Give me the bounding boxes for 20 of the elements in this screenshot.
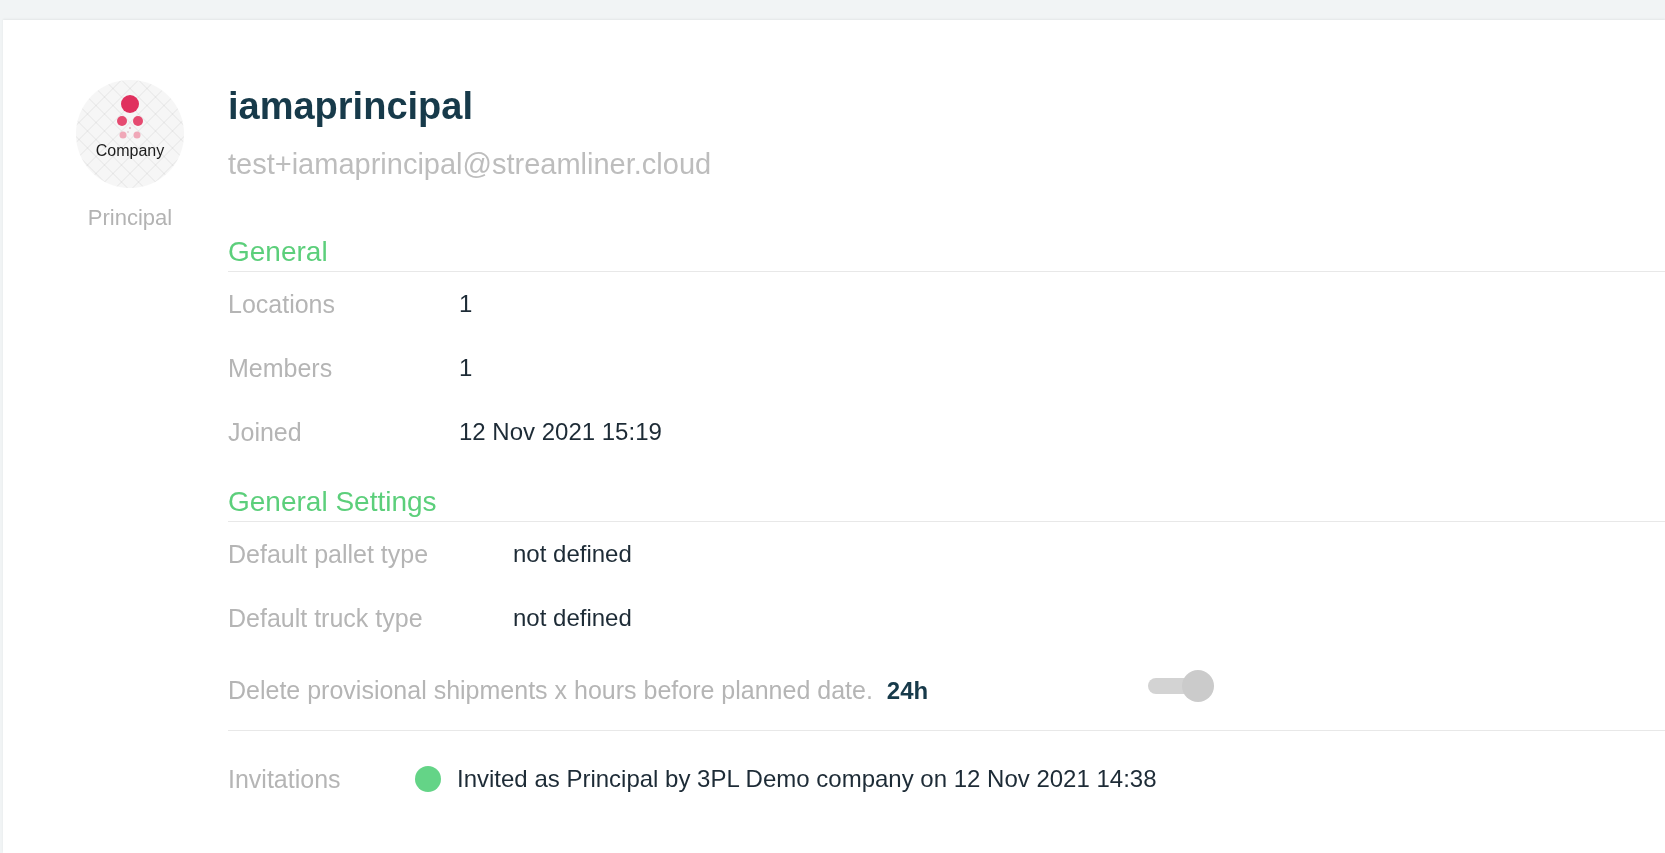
field-value: 12 Nov 2021 15:19 [459,418,663,446]
invitation-text: Invited as Principal by 3PL Demo company on 12 Nov 2021 14:38 [457,764,1157,794]
company-role: Principal [87,204,173,232]
company-name: iamaprincipal [228,84,474,128]
field-value: 1 [459,290,474,318]
section-title: General [228,234,1665,272]
field-label: Members [228,353,334,383]
setting-label: Delete provisional shipments x hours before planned date. [228,675,873,705]
field-value: not defined [513,540,633,568]
field-label: Locations [228,289,337,319]
field-value: 1 [459,354,474,382]
logo-text: Company [95,142,165,160]
field-label: Joined [228,417,303,447]
company-email: test+iamaprincipal@streamliner.cloud [228,147,713,182]
field-label: Default truck type [228,603,424,633]
setting-value: 24h [886,676,929,705]
section-title: General Settings [228,484,1665,522]
field-value: not defined [513,604,633,632]
field-label: Default pallet type [228,539,430,569]
invitations-label: Invitations [228,764,342,795]
